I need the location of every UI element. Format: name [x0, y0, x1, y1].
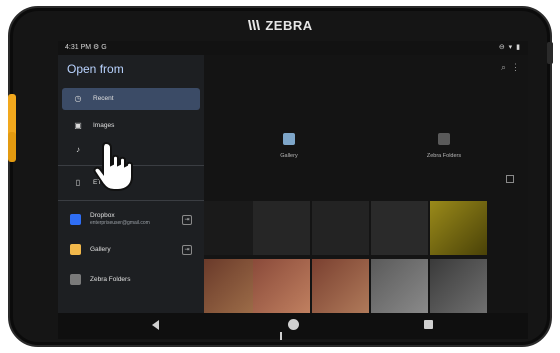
drawer-item-images[interactable]: ▣ Images — [62, 115, 200, 137]
zebra-logo-icon — [248, 20, 261, 30]
drawer-app-gallery[interactable]: Gallery ⇥ — [62, 238, 200, 264]
hand-cursor-icon — [93, 141, 133, 191]
thumbnail[interactable] — [371, 259, 428, 313]
source-gallery[interactable]: Gallery — [259, 133, 319, 159]
tablet-icon: ▯ — [75, 178, 81, 187]
thumbnail[interactable] — [253, 259, 310, 313]
device-bottom-marker — [280, 332, 282, 340]
status-time: 4:31 PM ⚙ G — [65, 44, 107, 51]
source-label: Zebra Folders — [426, 153, 462, 159]
app-account: enterpriseuser@gmail.com — [90, 220, 150, 226]
app-name: Gallery — [90, 246, 111, 253]
back-icon[interactable] — [152, 320, 159, 330]
drawer-title: Open from — [67, 62, 124, 76]
drawer-app-dropbox[interactable]: Dropbox enterpriseuser@gmail.com ⇥ — [62, 208, 200, 234]
home-icon[interactable] — [288, 319, 299, 330]
drawer-item-label: Recent — [93, 95, 114, 102]
thumbnail[interactable] — [430, 259, 487, 313]
drawer-item-label: Images — [93, 122, 115, 129]
thumbnail[interactable] — [312, 259, 369, 313]
audio-icon: ♪ — [76, 145, 80, 154]
thumbnail[interactable] — [253, 201, 310, 255]
content-area: ⌕ ⋮ Gallery Zebra Folders — [204, 55, 528, 313]
search-icon[interactable]: ⌕ — [501, 62, 506, 73]
folder-icon — [70, 274, 81, 285]
gallery-icon — [70, 244, 81, 255]
system-nav-bar — [58, 313, 528, 339]
folder-icon — [438, 133, 450, 145]
status-bar: 4:31 PM ⚙ G ⊖ ▾ ▮ — [58, 41, 528, 55]
side-key-lower[interactable] — [8, 132, 16, 162]
image-icon: ▣ — [74, 121, 82, 130]
thumbnail[interactable] — [371, 201, 428, 255]
more-vert-icon[interactable]: ⋮ — [511, 62, 520, 73]
eject-icon[interactable]: ⇥ — [182, 245, 192, 255]
brand-logo: ZEBRA — [10, 18, 550, 33]
power-button[interactable] — [547, 42, 553, 64]
grid-view-icon[interactable] — [506, 175, 514, 183]
thumbnail[interactable] — [312, 201, 369, 255]
source-label: Gallery — [280, 153, 298, 159]
drawer-item-recent[interactable]: ◷ Recent — [62, 88, 200, 110]
drawer-divider — [58, 200, 204, 201]
drawer-app-zebra-folders[interactable]: Zebra Folders — [62, 268, 200, 294]
clock-icon: ◷ — [74, 94, 82, 103]
source-zebra-folders[interactable]: Zebra Folders — [414, 133, 474, 159]
recents-icon[interactable] — [424, 320, 433, 329]
gallery-icon — [283, 133, 295, 145]
thumbnail-grid — [204, 201, 528, 313]
brand-text: ZEBRA — [265, 18, 313, 33]
eject-icon[interactable]: ⇥ — [182, 215, 192, 225]
dropbox-icon — [70, 214, 81, 225]
app-name: Zebra Folders — [90, 276, 131, 283]
tablet-device: ZEBRA 4:31 PM ⚙ G ⊖ ▾ ▮ Open from ◷ Rece… — [8, 6, 553, 347]
status-icons: ⊖ ▾ ▮ — [498, 44, 521, 51]
thumbnail[interactable] — [430, 201, 487, 255]
stage: ZEBRA 4:31 PM ⚙ G ⊖ ▾ ▮ Open from ◷ Rece… — [0, 0, 560, 353]
app-name: Dropbox — [90, 212, 115, 219]
